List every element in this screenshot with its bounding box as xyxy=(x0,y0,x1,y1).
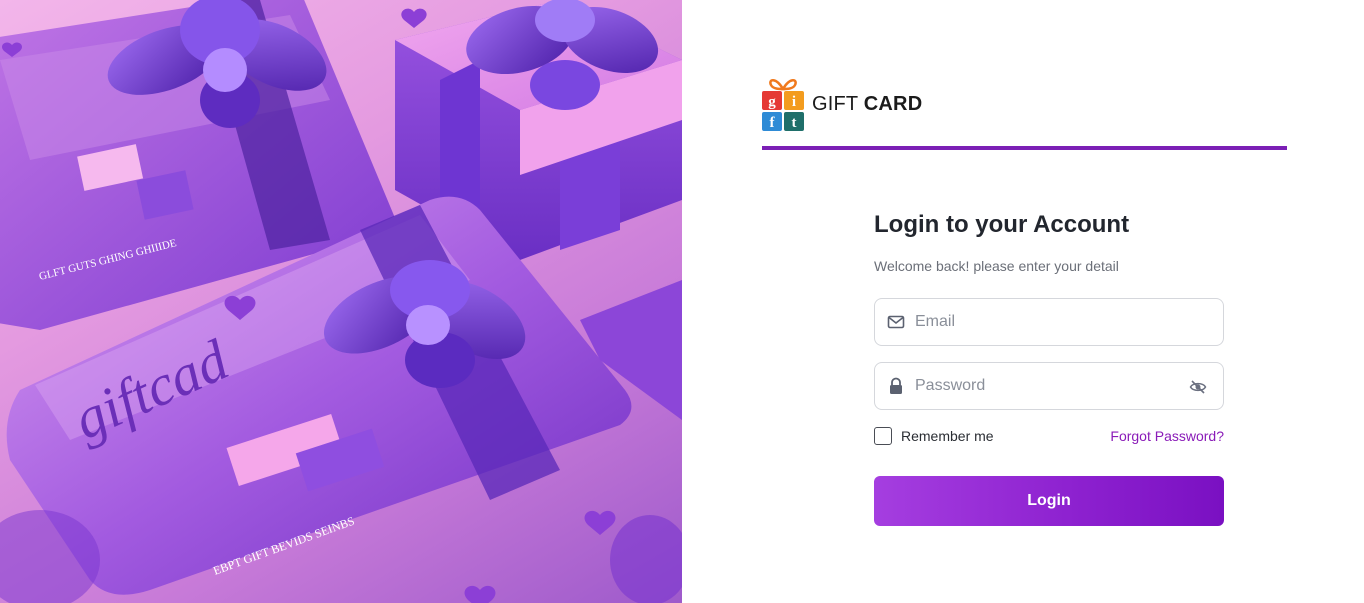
login-button[interactable]: Login xyxy=(874,476,1224,526)
email-field[interactable] xyxy=(874,298,1224,346)
remember-checkbox[interactable] xyxy=(874,427,892,445)
hero-illustration: GLFT GUTS GHING GHIIIDE giftcad EBPT GIF… xyxy=(0,0,682,603)
login-form: Login to your Account Welcome back! plea… xyxy=(874,210,1224,526)
form-options-row: Remember me Forgot Password? xyxy=(874,426,1224,446)
password-field[interactable] xyxy=(874,362,1224,410)
gift-logo-icon: g i f t xyxy=(762,79,804,131)
brand-divider xyxy=(762,146,1287,150)
envelope-icon xyxy=(887,315,905,329)
brand-name-light: GIFT xyxy=(812,92,858,115)
login-title: Login to your Account xyxy=(874,211,1130,238)
email-input[interactable] xyxy=(875,299,1223,345)
brand-name-bold: CARD xyxy=(863,92,923,115)
eye-off-icon[interactable] xyxy=(1189,378,1207,396)
forgot-password-link[interactable]: Forgot Password? xyxy=(1110,428,1224,444)
brand-header: g i f t GIFT CARD xyxy=(762,76,922,132)
remember-label: Remember me xyxy=(901,428,994,444)
logo-letter-i: i xyxy=(792,94,796,110)
logo-letter-t: t xyxy=(792,115,797,131)
gift-card-illustration: GLFT GUTS GHING GHIIIDE giftcad EBPT GIF… xyxy=(0,0,682,603)
remember-me[interactable]: Remember me xyxy=(874,427,994,445)
password-input[interactable] xyxy=(875,363,1223,409)
lock-icon xyxy=(890,377,902,394)
login-subtitle: Welcome back! please enter your detail xyxy=(874,258,1119,274)
logo-letter-g: g xyxy=(768,94,776,110)
brand-name: GIFT CARD xyxy=(812,93,922,116)
login-page: GLFT GUTS GHING GHIIIDE giftcad EBPT GIF… xyxy=(0,0,1364,603)
